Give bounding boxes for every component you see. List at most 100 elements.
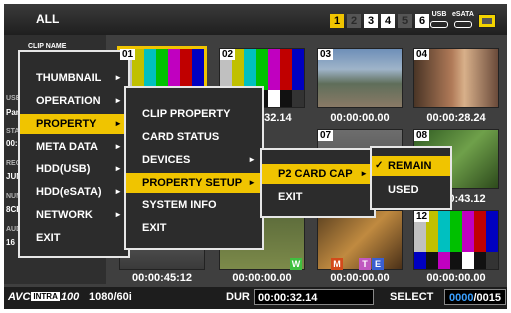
submenu-arrow-icon: ► bbox=[114, 119, 122, 128]
clip-timecode: 00:00:28.24 bbox=[426, 112, 486, 124]
card-cap-submenu: ✓ REMAIN USED bbox=[370, 146, 452, 210]
menu-item-label: HDD(USB) bbox=[36, 163, 91, 175]
duration-value: 00:00:32.14 bbox=[254, 289, 374, 305]
status-bar: AVC INTRA 100 1080/60i DUR 00:00:32.14 SEL… bbox=[4, 287, 507, 309]
menu-item-system-info[interactable]: SYSTEM INFO bbox=[126, 195, 262, 215]
submenu-arrow-icon: ► bbox=[114, 187, 122, 196]
menu-item-label: REMAIN bbox=[388, 160, 432, 172]
clip-number: 02 bbox=[220, 49, 236, 60]
logo-num-text: 100 bbox=[60, 291, 80, 303]
menu-item-card-status[interactable]: CARD STATUS bbox=[126, 127, 262, 147]
menu-item-label: THUMBNAIL bbox=[36, 72, 102, 84]
slot-5-indicator: 5 bbox=[398, 14, 412, 28]
submenu-arrow-icon: ► bbox=[114, 164, 122, 173]
clip-timecode: 00:00:00.00 bbox=[426, 272, 486, 284]
menu-item-label: P2 CARD CAP bbox=[278, 168, 353, 180]
menu-item-property[interactable]: PROPERTY ► bbox=[20, 114, 128, 134]
usb-label: USB bbox=[431, 11, 447, 18]
clip-number: 03 bbox=[318, 49, 334, 60]
property-setup-submenu: P2 CARD CAP ► EXIT bbox=[260, 148, 376, 218]
menu-item-label: USED bbox=[388, 184, 419, 196]
menu-item-remain[interactable]: ✓ REMAIN bbox=[372, 156, 450, 176]
clip-number: 04 bbox=[414, 49, 430, 60]
info-fragment: 16 bbox=[6, 238, 15, 247]
menu-item-hdd-esata[interactable]: HDD(eSATA) ► bbox=[20, 182, 128, 202]
menu-item-used[interactable]: USED bbox=[372, 180, 450, 200]
top-bar: ALL 1 2 3 4 5 6 USB eSATA bbox=[4, 4, 507, 35]
clip-timecode: 00:00:00.00 bbox=[232, 272, 292, 284]
clip-thumbnail[interactable]: 12 bbox=[413, 210, 499, 270]
menu-item-label: NETWORK bbox=[36, 209, 93, 221]
slot-6-indicator: 6 bbox=[415, 14, 429, 28]
duration-label: DUR bbox=[226, 291, 250, 303]
battery-icon bbox=[478, 14, 496, 28]
e-badge-icon: E bbox=[372, 258, 384, 270]
select-total: /0015 bbox=[473, 292, 501, 304]
slot-1-indicator: 1 bbox=[330, 14, 344, 28]
submenu-arrow-icon: ► bbox=[248, 155, 256, 164]
menu-item-label: EXIT bbox=[278, 191, 303, 203]
clip-timecode: 00:00:00.00 bbox=[330, 272, 390, 284]
clip-filter-title[interactable]: ALL bbox=[36, 12, 59, 26]
usb-drive-icon: USB bbox=[429, 11, 449, 28]
submenu-arrow-icon: ► bbox=[114, 73, 122, 82]
submenu-arrow-icon: ► bbox=[114, 210, 122, 219]
clip-timecode: 00:00:00.00 bbox=[330, 112, 390, 124]
slot-4-indicator: 4 bbox=[381, 14, 395, 28]
menu-item-property-setup[interactable]: PROPERTY SETUP ► bbox=[126, 173, 262, 193]
menu-item-label: DEVICES bbox=[142, 154, 191, 166]
menu-item-label: META DATA bbox=[36, 141, 98, 153]
menu-item-clip-property[interactable]: CLIP PROPERTY bbox=[126, 104, 262, 124]
menu-item-label: HDD(eSATA) bbox=[36, 186, 102, 198]
clip-name-label: CLIP NAME bbox=[28, 43, 67, 50]
clip-timecode: 00:00:45:12 bbox=[132, 272, 192, 284]
menu-item-exit[interactable]: EXIT bbox=[20, 228, 128, 248]
menu-item-label: PROPERTY bbox=[36, 118, 97, 130]
menu-item-devices[interactable]: DEVICES ► bbox=[126, 150, 262, 170]
menu-item-network[interactable]: NETWORK ► bbox=[20, 205, 128, 225]
menu-item-exit[interactable]: EXIT bbox=[262, 187, 374, 207]
menu-item-label: EXIT bbox=[142, 222, 167, 234]
submenu-arrow-icon: ► bbox=[114, 142, 122, 151]
submenu-arrow-icon: ► bbox=[114, 96, 122, 105]
clip-number: 08 bbox=[414, 130, 430, 141]
select-current: 0000 bbox=[448, 292, 474, 304]
menu-item-hdd-usb[interactable]: HDD(USB) ► bbox=[20, 159, 128, 179]
select-label: SELECT bbox=[390, 291, 434, 303]
menu-item-label: PROPERTY SETUP bbox=[142, 177, 243, 189]
menu-item-label: SYSTEM INFO bbox=[142, 199, 217, 211]
video-format: 1080/60i bbox=[89, 291, 132, 303]
property-submenu: CLIP PROPERTY CARD STATUS DEVICES ► PROPE… bbox=[124, 86, 264, 250]
menu-item-label: OPERATION bbox=[36, 95, 101, 107]
avc-intra-logo: AVC INTRA 100 bbox=[8, 291, 79, 303]
menu-item-label: CLIP PROPERTY bbox=[142, 108, 231, 120]
w-badge-icon: W bbox=[290, 258, 302, 270]
clip-number: 07 bbox=[318, 130, 334, 141]
duration-timecode: 00:00:32.14 bbox=[258, 292, 318, 304]
menu-item-thumbnail[interactable]: THUMBNAIL ► bbox=[20, 68, 128, 88]
logo-avc-text: AVC bbox=[8, 291, 31, 303]
p2-thumbnail-screen: ALL 1 2 3 4 5 6 USB eSATA CLIP NAME USE … bbox=[4, 4, 507, 309]
menu-item-label: EXIT bbox=[36, 232, 61, 244]
slot-2-indicator: 2 bbox=[347, 14, 361, 28]
clip-number: 01 bbox=[120, 49, 136, 60]
menu-item-p2-card-cap[interactable]: P2 CARD CAP ► bbox=[262, 164, 374, 184]
menu-item-exit[interactable]: EXIT bbox=[126, 218, 262, 238]
clip-number: 12 bbox=[414, 211, 430, 222]
main-menu: THUMBNAIL ► OPERATION ► PROPERTY ► META DAT… bbox=[18, 50, 130, 258]
menu-item-meta-data[interactable]: META DATA ► bbox=[20, 137, 128, 157]
esata-label: eSATA bbox=[452, 11, 474, 18]
clip-thumbnail[interactable]: 04 bbox=[413, 48, 499, 108]
menu-item-label: CARD STATUS bbox=[142, 131, 220, 143]
slot-3-indicator: 3 bbox=[364, 14, 378, 28]
check-mark-icon: ✓ bbox=[375, 160, 384, 171]
select-counter: 0000/0015 bbox=[444, 289, 506, 305]
menu-item-operation[interactable]: OPERATION ► bbox=[20, 91, 128, 111]
esata-drive-icon: eSATA bbox=[451, 11, 475, 28]
submenu-arrow-icon: ► bbox=[360, 169, 368, 178]
info-fragment: 00: bbox=[6, 139, 18, 148]
clip-thumbnail[interactable]: 03 bbox=[317, 48, 403, 108]
logo-intra-text: INTRA bbox=[31, 292, 60, 301]
m-badge-icon: M bbox=[331, 258, 343, 270]
t-badge-icon: T bbox=[359, 258, 371, 270]
